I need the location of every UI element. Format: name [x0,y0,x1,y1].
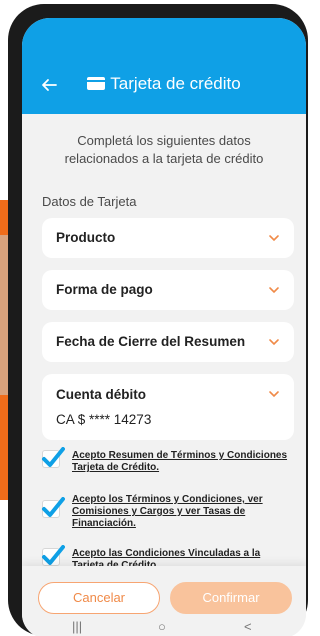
page-title-text: Tarjeta de crédito [110,74,241,93]
chevron-down-icon [268,388,280,400]
check-label[interactable]: Acepto los Términos y Condiciones, ver C… [72,494,294,530]
field-label: Fecha de Cierre del Resumen [56,334,246,349]
checkbox[interactable] [42,447,65,468]
back-nav-button[interactable]: < [244,620,252,634]
action-bar: Cancelar Confirmar [22,566,306,618]
field-fecha-cierre[interactable]: Fecha de Cierre del Resumen [42,322,294,362]
section-label: Datos de Tarjeta [42,194,137,209]
field-value: CA $ **** 14273 [56,412,152,427]
field-label: Cuenta débito [56,387,146,402]
check-label[interactable]: Acepto Resumen de Términos y Condiciones… [72,450,294,474]
home-nav-button[interactable]: ○ [158,620,166,634]
checkbox[interactable] [42,497,65,518]
field-cuenta-debito[interactable]: Cuenta débito CA $ **** 14273 [42,374,294,440]
field-label: Forma de pago [56,282,153,297]
intro-line-1: Completá los siguientes datos [77,133,251,148]
check-terminos-comisiones[interactable]: Acepto los Términos y Condiciones, ver C… [42,494,294,534]
android-nav-bar: ||| ○ < [22,618,306,636]
field-forma-de-pago[interactable]: Forma de pago [42,270,294,310]
phone-frame: Tarjeta de crédito Completá los siguient… [8,4,308,636]
cancel-button[interactable]: Cancelar [38,582,160,614]
chevron-down-icon [268,232,280,244]
field-label: Producto [56,230,116,245]
chevron-down-icon [268,336,280,348]
intro-text: Completá los siguientes datos relacionad… [42,132,286,168]
check-terminos-resumen[interactable]: Acepto Resumen de Términos y Condiciones… [42,447,294,478]
credit-card-icon [87,77,106,90]
chevron-down-icon [268,284,280,296]
recents-nav-button[interactable]: ||| [72,620,82,634]
field-producto[interactable]: Producto [42,218,294,258]
app-header: Tarjeta de crédito [22,18,306,114]
intro-line-2: relacionados a la tarjeta de crédito [64,151,264,166]
checkbox[interactable] [42,545,65,566]
confirm-button[interactable]: Confirmar [170,582,292,614]
page-title: Tarjeta de crédito [22,74,306,94]
phone-screen: Tarjeta de crédito Completá los siguient… [22,18,306,636]
